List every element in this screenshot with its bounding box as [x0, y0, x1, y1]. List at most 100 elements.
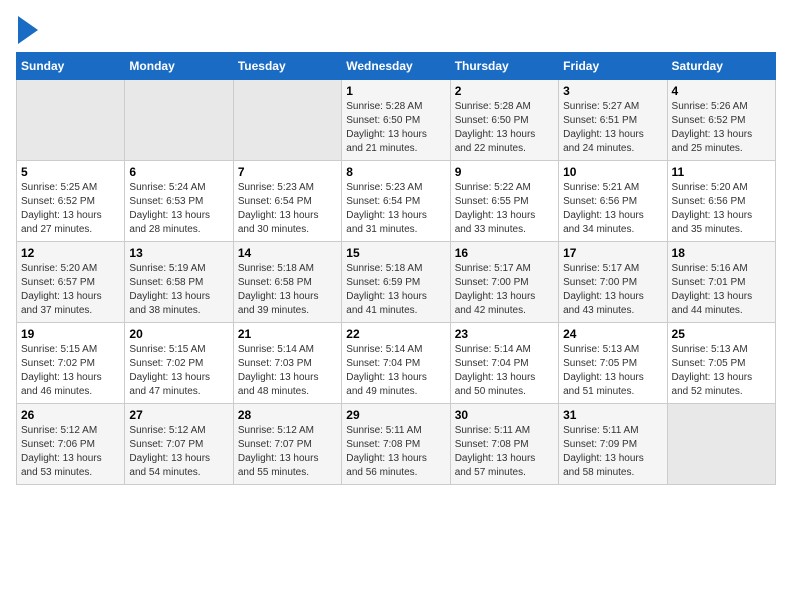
day-number: 28 — [238, 408, 337, 422]
calendar-row-1: 1 Sunrise: 5:28 AMSunset: 6:50 PMDayligh… — [17, 80, 776, 161]
calendar-cell: 27 Sunrise: 5:12 AMSunset: 7:07 PMDaylig… — [125, 404, 233, 485]
calendar-cell: 25 Sunrise: 5:13 AMSunset: 7:05 PMDaylig… — [667, 323, 775, 404]
day-number: 20 — [129, 327, 228, 341]
day-info: Sunrise: 5:11 AMSunset: 7:08 PMDaylight:… — [346, 424, 445, 480]
day-number: 31 — [563, 408, 662, 422]
day-number: 10 — [563, 165, 662, 179]
day-number: 25 — [672, 327, 771, 341]
day-number: 6 — [129, 165, 228, 179]
calendar-cell: 11 Sunrise: 5:20 AMSunset: 6:56 PMDaylig… — [667, 161, 775, 242]
day-info: Sunrise: 5:25 AMSunset: 6:52 PMDaylight:… — [21, 181, 120, 237]
calendar-cell: 7 Sunrise: 5:23 AMSunset: 6:54 PMDayligh… — [233, 161, 341, 242]
calendar-cell: 3 Sunrise: 5:27 AMSunset: 6:51 PMDayligh… — [559, 80, 667, 161]
calendar-cell — [233, 80, 341, 161]
day-info: Sunrise: 5:12 AMSunset: 7:06 PMDaylight:… — [21, 424, 120, 480]
day-info: Sunrise: 5:18 AMSunset: 6:58 PMDaylight:… — [238, 262, 337, 318]
calendar-row-2: 5 Sunrise: 5:25 AMSunset: 6:52 PMDayligh… — [17, 161, 776, 242]
day-number: 11 — [672, 165, 771, 179]
day-number: 4 — [672, 84, 771, 98]
calendar-cell: 4 Sunrise: 5:26 AMSunset: 6:52 PMDayligh… — [667, 80, 775, 161]
calendar-cell: 16 Sunrise: 5:17 AMSunset: 7:00 PMDaylig… — [450, 242, 558, 323]
calendar-cell: 1 Sunrise: 5:28 AMSunset: 6:50 PMDayligh… — [342, 80, 450, 161]
day-number: 21 — [238, 327, 337, 341]
day-info: Sunrise: 5:11 AMSunset: 7:08 PMDaylight:… — [455, 424, 554, 480]
day-number: 24 — [563, 327, 662, 341]
day-number: 26 — [21, 408, 120, 422]
logo-icon — [18, 16, 38, 44]
day-info: Sunrise: 5:28 AMSunset: 6:50 PMDaylight:… — [346, 100, 445, 156]
day-info: Sunrise: 5:15 AMSunset: 7:02 PMDaylight:… — [129, 343, 228, 399]
day-info: Sunrise: 5:26 AMSunset: 6:52 PMDaylight:… — [672, 100, 771, 156]
day-info: Sunrise: 5:15 AMSunset: 7:02 PMDaylight:… — [21, 343, 120, 399]
day-number: 16 — [455, 246, 554, 260]
day-number: 23 — [455, 327, 554, 341]
calendar-cell: 17 Sunrise: 5:17 AMSunset: 7:00 PMDaylig… — [559, 242, 667, 323]
calendar-row-5: 26 Sunrise: 5:12 AMSunset: 7:06 PMDaylig… — [17, 404, 776, 485]
day-info: Sunrise: 5:18 AMSunset: 6:59 PMDaylight:… — [346, 262, 445, 318]
day-number: 5 — [21, 165, 120, 179]
header-friday: Friday — [559, 53, 667, 80]
day-info: Sunrise: 5:23 AMSunset: 6:54 PMDaylight:… — [346, 181, 445, 237]
calendar-cell: 22 Sunrise: 5:14 AMSunset: 7:04 PMDaylig… — [342, 323, 450, 404]
day-number: 7 — [238, 165, 337, 179]
calendar-cell: 28 Sunrise: 5:12 AMSunset: 7:07 PMDaylig… — [233, 404, 341, 485]
calendar-cell: 21 Sunrise: 5:14 AMSunset: 7:03 PMDaylig… — [233, 323, 341, 404]
day-number: 8 — [346, 165, 445, 179]
day-info: Sunrise: 5:23 AMSunset: 6:54 PMDaylight:… — [238, 181, 337, 237]
calendar-cell: 9 Sunrise: 5:22 AMSunset: 6:55 PMDayligh… — [450, 161, 558, 242]
day-number: 19 — [21, 327, 120, 341]
calendar-cell: 23 Sunrise: 5:14 AMSunset: 7:04 PMDaylig… — [450, 323, 558, 404]
page-header — [16, 16, 776, 44]
calendar-cell: 31 Sunrise: 5:11 AMSunset: 7:09 PMDaylig… — [559, 404, 667, 485]
header-sunday: Sunday — [17, 53, 125, 80]
calendar-cell: 12 Sunrise: 5:20 AMSunset: 6:57 PMDaylig… — [17, 242, 125, 323]
day-info: Sunrise: 5:17 AMSunset: 7:00 PMDaylight:… — [563, 262, 662, 318]
calendar-header-row: SundayMondayTuesdayWednesdayThursdayFrid… — [17, 53, 776, 80]
day-info: Sunrise: 5:12 AMSunset: 7:07 PMDaylight:… — [129, 424, 228, 480]
day-info: Sunrise: 5:22 AMSunset: 6:55 PMDaylight:… — [455, 181, 554, 237]
calendar-cell: 2 Sunrise: 5:28 AMSunset: 6:50 PMDayligh… — [450, 80, 558, 161]
day-number: 3 — [563, 84, 662, 98]
day-info: Sunrise: 5:17 AMSunset: 7:00 PMDaylight:… — [455, 262, 554, 318]
calendar-cell: 8 Sunrise: 5:23 AMSunset: 6:54 PMDayligh… — [342, 161, 450, 242]
day-info: Sunrise: 5:24 AMSunset: 6:53 PMDaylight:… — [129, 181, 228, 237]
header-monday: Monday — [125, 53, 233, 80]
logo — [16, 16, 38, 44]
calendar-cell — [667, 404, 775, 485]
calendar-cell: 10 Sunrise: 5:21 AMSunset: 6:56 PMDaylig… — [559, 161, 667, 242]
day-number: 14 — [238, 246, 337, 260]
calendar-cell: 26 Sunrise: 5:12 AMSunset: 7:06 PMDaylig… — [17, 404, 125, 485]
day-info: Sunrise: 5:13 AMSunset: 7:05 PMDaylight:… — [563, 343, 662, 399]
day-number: 13 — [129, 246, 228, 260]
day-info: Sunrise: 5:27 AMSunset: 6:51 PMDaylight:… — [563, 100, 662, 156]
day-info: Sunrise: 5:21 AMSunset: 6:56 PMDaylight:… — [563, 181, 662, 237]
calendar-table: SundayMondayTuesdayWednesdayThursdayFrid… — [16, 52, 776, 485]
day-info: Sunrise: 5:19 AMSunset: 6:58 PMDaylight:… — [129, 262, 228, 318]
day-info: Sunrise: 5:13 AMSunset: 7:05 PMDaylight:… — [672, 343, 771, 399]
calendar-cell: 18 Sunrise: 5:16 AMSunset: 7:01 PMDaylig… — [667, 242, 775, 323]
calendar-cell: 14 Sunrise: 5:18 AMSunset: 6:58 PMDaylig… — [233, 242, 341, 323]
calendar-cell: 5 Sunrise: 5:25 AMSunset: 6:52 PMDayligh… — [17, 161, 125, 242]
day-info: Sunrise: 5:14 AMSunset: 7:04 PMDaylight:… — [455, 343, 554, 399]
day-number: 1 — [346, 84, 445, 98]
calendar-cell: 15 Sunrise: 5:18 AMSunset: 6:59 PMDaylig… — [342, 242, 450, 323]
calendar-cell: 20 Sunrise: 5:15 AMSunset: 7:02 PMDaylig… — [125, 323, 233, 404]
calendar-cell: 6 Sunrise: 5:24 AMSunset: 6:53 PMDayligh… — [125, 161, 233, 242]
calendar-cell: 13 Sunrise: 5:19 AMSunset: 6:58 PMDaylig… — [125, 242, 233, 323]
day-info: Sunrise: 5:12 AMSunset: 7:07 PMDaylight:… — [238, 424, 337, 480]
day-number: 30 — [455, 408, 554, 422]
day-info: Sunrise: 5:28 AMSunset: 6:50 PMDaylight:… — [455, 100, 554, 156]
calendar-row-4: 19 Sunrise: 5:15 AMSunset: 7:02 PMDaylig… — [17, 323, 776, 404]
calendar-cell: 24 Sunrise: 5:13 AMSunset: 7:05 PMDaylig… — [559, 323, 667, 404]
day-info: Sunrise: 5:11 AMSunset: 7:09 PMDaylight:… — [563, 424, 662, 480]
day-info: Sunrise: 5:14 AMSunset: 7:04 PMDaylight:… — [346, 343, 445, 399]
day-number: 18 — [672, 246, 771, 260]
day-number: 17 — [563, 246, 662, 260]
calendar-cell: 29 Sunrise: 5:11 AMSunset: 7:08 PMDaylig… — [342, 404, 450, 485]
calendar-row-3: 12 Sunrise: 5:20 AMSunset: 6:57 PMDaylig… — [17, 242, 776, 323]
day-info: Sunrise: 5:20 AMSunset: 6:56 PMDaylight:… — [672, 181, 771, 237]
day-number: 29 — [346, 408, 445, 422]
day-number: 22 — [346, 327, 445, 341]
calendar-cell: 19 Sunrise: 5:15 AMSunset: 7:02 PMDaylig… — [17, 323, 125, 404]
day-info: Sunrise: 5:20 AMSunset: 6:57 PMDaylight:… — [21, 262, 120, 318]
